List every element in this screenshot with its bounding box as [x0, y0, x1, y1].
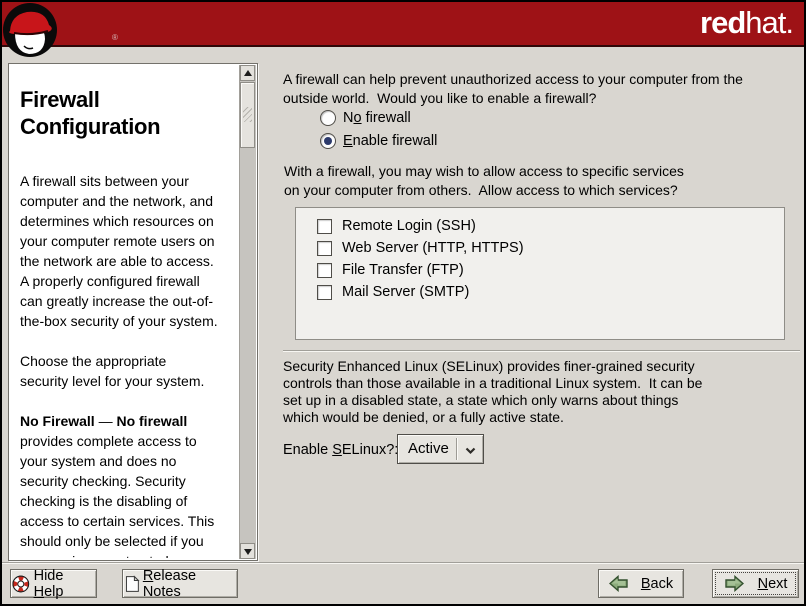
checkbox-icon[interactable] — [317, 219, 332, 234]
next-label: Next — [758, 576, 788, 592]
scroll-down-button[interactable] — [240, 543, 255, 559]
service-label: File Transfer (FTP) — [342, 262, 464, 278]
selinux-description: Security Enhanced Linux (SELinux) provid… — [283, 358, 803, 426]
firewall-intro-text: A firewall can help prevent unauthorized… — [283, 70, 803, 108]
help-paragraph-2: Choose the appropriate security level fo… — [20, 351, 239, 391]
selinux-label: Enable SELinux?: — [283, 442, 398, 458]
scrollbar-grip-icon — [243, 107, 252, 122]
arrow-down-icon — [244, 549, 252, 555]
service-label: Mail Server (SMTP) — [342, 284, 469, 300]
header-banner: redhat. ® — [2, 2, 804, 47]
radio-no-firewall-label: No firewall — [343, 110, 411, 126]
release-notes-label: Release Notes — [143, 568, 237, 600]
radio-button-icon[interactable] — [320, 110, 336, 126]
selinux-dropdown[interactable]: Active — [397, 434, 484, 464]
scroll-up-button[interactable] — [240, 65, 255, 81]
checkbox-icon[interactable] — [317, 241, 332, 256]
document-icon — [123, 574, 142, 594]
service-row-ftp[interactable]: File Transfer (FTP) — [317, 259, 784, 281]
chevron-down-icon — [465, 447, 476, 455]
back-button[interactable]: Back — [598, 569, 684, 598]
help-panel: Firewall Configuration A firewall sits b… — [8, 63, 258, 561]
registered-trademark: ® — [112, 33, 118, 42]
service-row-http[interactable]: Web Server (HTTP, HTTPS) — [317, 237, 784, 259]
services-intro-text: With a firewall, you may wish to allow a… — [284, 162, 804, 200]
next-arrow-icon — [724, 575, 744, 592]
hide-help-label: Hide Help — [34, 568, 96, 600]
service-row-smtp[interactable]: Mail Server (SMTP) — [317, 281, 784, 303]
radio-no-firewall[interactable]: No firewall — [320, 108, 411, 128]
service-label: Web Server (HTTP, HTTPS) — [342, 240, 524, 256]
installer-window: { "colors": { "header_red": "#9e1216", "… — [0, 0, 806, 606]
services-list: Remote Login (SSH) Web Server (HTTP, HTT… — [295, 207, 785, 340]
selinux-separator — [283, 350, 800, 352]
arrow-up-icon — [244, 70, 252, 76]
help-paragraph-1: A firewall sits between your computer an… — [20, 171, 239, 331]
help-scrollbar[interactable] — [239, 65, 256, 559]
release-notes-button[interactable]: Release Notes — [122, 569, 238, 598]
next-button[interactable]: Next — [712, 569, 799, 598]
lifebuoy-help-icon — [11, 574, 31, 594]
checkbox-icon[interactable] — [317, 285, 332, 300]
no-firewall-term: No Firewall — [20, 413, 95, 429]
no-firewall-term-2: No firewall — [116, 413, 187, 429]
service-row-ssh[interactable]: Remote Login (SSH) — [317, 215, 784, 237]
redhat-wordmark: redhat. — [700, 4, 793, 42]
selinux-dropdown-value: Active — [408, 440, 449, 457]
brand-hat: hat. — [745, 5, 793, 40]
back-label: Back — [641, 576, 673, 592]
service-label: Remote Login (SSH) — [342, 218, 476, 234]
help-text: Firewall Configuration A firewall sits b… — [20, 64, 239, 558]
no-firewall-description: provides complete access to your system … — [20, 431, 239, 558]
dash: — — [95, 413, 117, 429]
radio-enable-firewall[interactable]: Enable firewall — [320, 131, 437, 151]
back-arrow-icon — [609, 575, 629, 592]
help-title: Firewall Configuration — [20, 86, 239, 140]
radio-button-icon[interactable] — [320, 133, 336, 149]
redhat-shadowman-logo-icon — [2, 2, 59, 59]
checkbox-icon[interactable] — [317, 263, 332, 278]
footer-separator — [2, 562, 804, 564]
radio-enable-firewall-label: Enable firewall — [343, 133, 437, 149]
dropdown-divider — [456, 438, 458, 460]
scrollbar-thumb[interactable] — [240, 82, 255, 148]
hide-help-button[interactable]: Hide Help — [10, 569, 97, 598]
help-paragraph-no-firewall: No Firewall — No firewall provides compl… — [20, 411, 239, 558]
brand-red: red — [700, 5, 745, 40]
